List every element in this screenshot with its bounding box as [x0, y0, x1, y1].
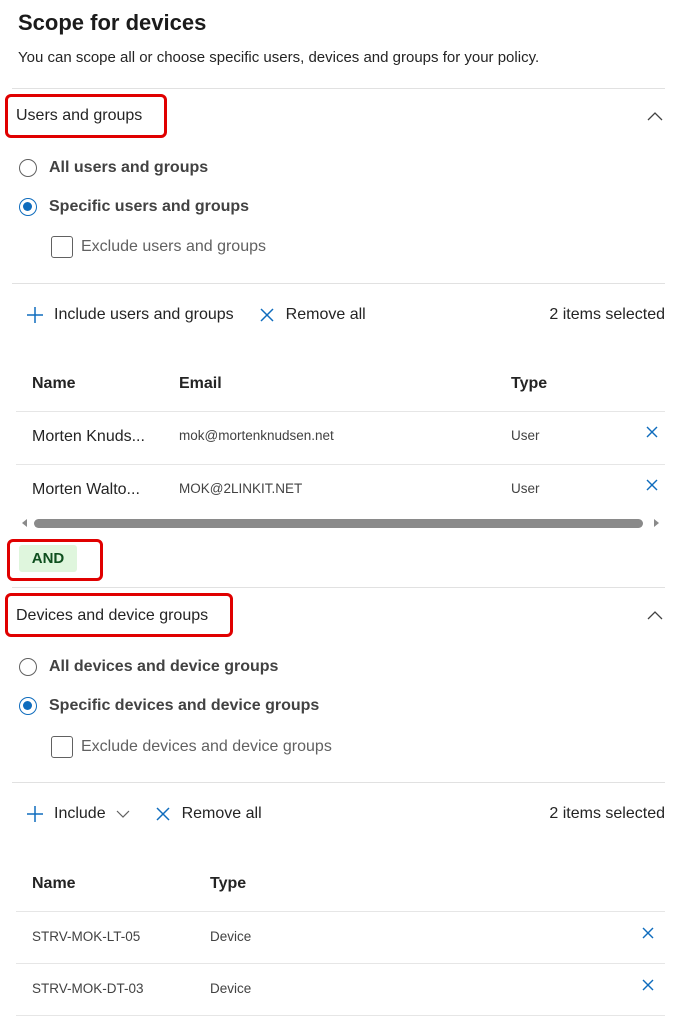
column-header-name[interactable]: Name	[32, 875, 76, 893]
radio-button[interactable]	[19, 159, 37, 177]
divider	[12, 782, 665, 783]
items-selected-count: 2 items selected	[549, 805, 665, 822]
user-name-cell: Morten Walto...	[32, 481, 140, 498]
column-header-name[interactable]: Name	[32, 375, 76, 393]
row-divider	[16, 411, 665, 412]
include-users-button[interactable]: Include users and groups	[24, 305, 234, 325]
scroll-right-arrow-icon[interactable]	[654, 519, 659, 527]
close-icon	[152, 806, 174, 822]
checkbox-label: Exclude users and groups	[81, 238, 266, 255]
radio-label: Specific devices and device groups	[49, 697, 320, 714]
remove-all-users-button[interactable]: Remove all	[256, 306, 366, 324]
add-icon	[24, 804, 46, 824]
column-header-type[interactable]: Type	[511, 375, 547, 393]
row-divider	[16, 1015, 665, 1016]
user-email-cell: mok@mortenknudsen.net	[179, 428, 334, 443]
remove-row-icon[interactable]	[641, 977, 655, 997]
remove-row-icon[interactable]	[645, 424, 659, 444]
user-type-cell: User	[511, 481, 540, 496]
radio-button[interactable]	[19, 658, 37, 676]
row-divider	[16, 911, 665, 912]
column-header-type[interactable]: Type	[210, 875, 246, 893]
radio-specific-devices[interactable]: Specific devices and device groups	[19, 697, 319, 715]
scroll-left-arrow-icon[interactable]	[22, 519, 27, 527]
device-type-cell: Device	[210, 981, 252, 996]
users-toolbar: Include users and groups Remove all 2 it…	[24, 305, 665, 325]
add-icon	[24, 305, 46, 325]
remove-all-label: Remove all	[181, 805, 262, 822]
remove-row-icon[interactable]	[641, 925, 655, 945]
horizontal-scrollbar[interactable]	[20, 518, 665, 529]
include-devices-label: Include	[54, 805, 106, 822]
row-divider	[16, 464, 665, 465]
chevron-up-icon[interactable]	[646, 110, 664, 122]
user-email-cell: MOK@2LINKIT.NET	[179, 481, 303, 496]
checkbox[interactable]	[51, 236, 73, 258]
radio-button-selected[interactable]	[19, 697, 37, 715]
user-type-cell: User	[511, 428, 540, 443]
remove-row-icon[interactable]	[645, 477, 659, 497]
devices-section-title[interactable]: Devices and device groups	[16, 607, 208, 625]
checkbox-label: Exclude devices and device groups	[81, 738, 332, 755]
chevron-up-icon[interactable]	[646, 609, 664, 621]
device-name-cell: STRV-MOK-LT-05	[32, 929, 141, 944]
radio-all-users[interactable]: All users and groups	[19, 159, 208, 177]
items-selected-count: 2 items selected	[549, 306, 665, 323]
row-divider	[16, 963, 665, 964]
exclude-devices-checkbox[interactable]: Exclude devices and device groups	[51, 736, 332, 758]
radio-label: All devices and device groups	[49, 658, 279, 675]
divider	[12, 88, 665, 89]
radio-all-devices[interactable]: All devices and device groups	[19, 658, 278, 676]
users-section-title[interactable]: Users and groups	[16, 107, 142, 125]
close-icon	[256, 307, 278, 323]
chevron-down-icon[interactable]	[116, 809, 130, 819]
devices-toolbar: Include Remove all 2 items selected	[24, 804, 665, 824]
radio-button-selected[interactable]	[19, 198, 37, 216]
scrollbar-thumb[interactable]	[34, 519, 643, 528]
page-subtitle: You can scope all or choose specific use…	[18, 49, 540, 66]
divider	[12, 587, 665, 588]
divider	[12, 283, 665, 284]
page-title: Scope for devices	[18, 10, 207, 35]
user-name-cell: Morten Knuds...	[32, 428, 145, 445]
radio-label: Specific users and groups	[49, 198, 250, 215]
remove-all-devices-button[interactable]: Remove all	[152, 805, 262, 823]
and-operator-badge: AND	[19, 545, 77, 572]
include-devices-button[interactable]: Include	[24, 804, 130, 824]
device-type-cell: Device	[210, 929, 252, 944]
checkbox[interactable]	[51, 736, 73, 758]
include-users-label: Include users and groups	[54, 306, 234, 323]
exclude-users-checkbox[interactable]: Exclude users and groups	[51, 236, 266, 258]
radio-label: All users and groups	[49, 159, 209, 176]
remove-all-label: Remove all	[285, 306, 366, 323]
column-header-email[interactable]: Email	[179, 375, 222, 393]
device-name-cell: STRV-MOK-DT-03	[32, 981, 144, 996]
radio-specific-users[interactable]: Specific users and groups	[19, 198, 249, 216]
